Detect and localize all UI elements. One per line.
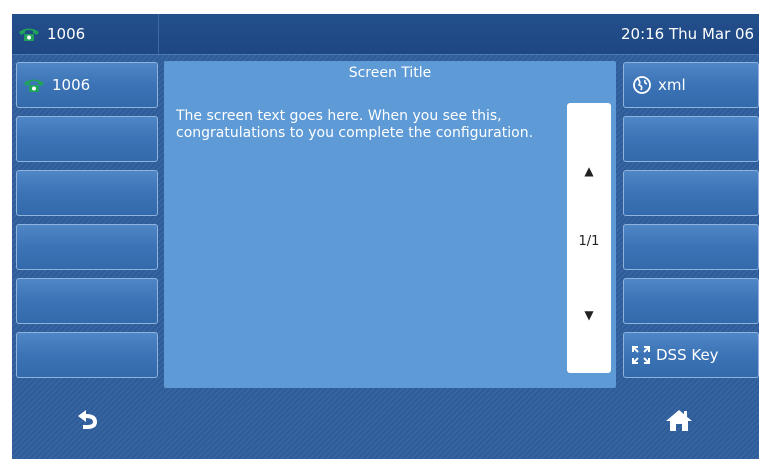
home-button[interactable] — [649, 400, 709, 440]
dss-key-5[interactable] — [623, 278, 759, 324]
dss-key-3[interactable] — [623, 170, 759, 216]
line-key-3[interactable] — [16, 170, 158, 216]
line-key-label: 1006 — [52, 76, 91, 94]
dss-key-4[interactable] — [623, 224, 759, 270]
scroll-up-arrow-icon[interactable]: ▲ — [567, 164, 611, 178]
message-panel: Screen Title The screen text goes here. … — [164, 61, 616, 388]
page-scrollbar[interactable]: ▲ 1/1 ▼ — [567, 103, 611, 373]
status-divider — [158, 14, 159, 54]
page-indicator: 1/1 — [578, 234, 600, 249]
line-key-6[interactable] — [16, 332, 158, 378]
dss-key-label: DSS Key — [656, 346, 719, 364]
status-bar: 1006 20:16 Thu Mar 06 — [12, 14, 759, 55]
expand-icon — [632, 346, 650, 364]
line-key-5[interactable] — [16, 278, 158, 324]
home-icon — [666, 410, 692, 431]
screen-title: Screen Title — [348, 65, 432, 81]
phone-icon — [24, 79, 44, 92]
screen-text: The screen text goes here. When you see … — [176, 108, 534, 141]
line-key-4[interactable] — [16, 224, 158, 270]
phone-icon — [19, 28, 39, 41]
account-label: 1006 — [47, 25, 86, 43]
dss-key-xml[interactable]: xml — [623, 62, 759, 108]
back-icon — [78, 410, 97, 429]
dss-key-label: xml — [658, 76, 686, 94]
line-key-2[interactable] — [16, 116, 158, 162]
scroll-down-arrow-icon[interactable]: ▼ — [567, 308, 611, 322]
dss-key-2[interactable] — [623, 116, 759, 162]
phone-screen: 1006 20:16 Thu Mar 06 1006 Screen Title … — [12, 14, 759, 459]
datetime: 20:16 Thu Mar 06 — [621, 25, 755, 43]
line-key-1[interactable]: 1006 — [16, 62, 158, 108]
back-button[interactable] — [58, 400, 118, 440]
dss-key-dss[interactable]: DSS Key — [623, 332, 759, 378]
globe-icon — [633, 76, 651, 94]
account-indicator: 1006 — [18, 14, 85, 54]
